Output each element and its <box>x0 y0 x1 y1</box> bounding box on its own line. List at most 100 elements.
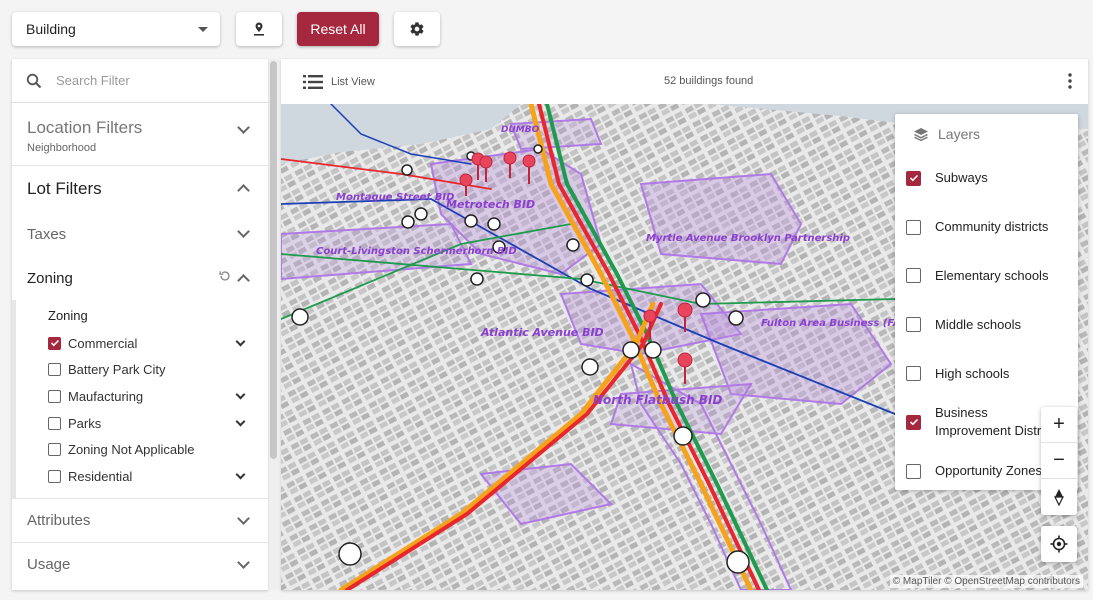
zoom-controls: + − <box>1041 407 1077 515</box>
gear-icon <box>410 22 424 36</box>
entity-type-value: Building <box>26 21 76 37</box>
layer-community-districts[interactable]: Community districts <box>895 203 1078 252</box>
zoning-options: Zoning Commercial Battery Park City Mauf… <box>12 300 268 498</box>
checkbox-checked[interactable] <box>48 336 61 350</box>
zoning-group-label: Zoning <box>48 308 88 323</box>
checkbox[interactable] <box>48 443 61 457</box>
reset-zoning-icon[interactable] <box>218 269 232 283</box>
zoning-option-label: Parks <box>68 415 102 431</box>
map-label-flatbush: North Flatbush BID <box>593 393 722 407</box>
chevron-down-icon[interactable] <box>235 416 246 427</box>
zoning-option-label: Residential <box>68 468 133 484</box>
layer-high-schools[interactable]: High schools <box>895 349 1078 398</box>
layer-middle-schools[interactable]: Middle schools <box>895 300 1078 349</box>
sidebar-scrollbar[interactable] <box>269 59 279 590</box>
checkbox[interactable] <box>906 219 921 235</box>
chevron-up-icon <box>237 274 250 287</box>
map-panel: List View 52 buildings found Metrotech B… <box>281 59 1088 590</box>
map-header: List View 52 buildings found <box>281 59 1088 104</box>
checkbox[interactable] <box>48 469 61 483</box>
location-pin-icon <box>254 22 264 36</box>
compass-button[interactable] <box>1041 479 1077 515</box>
list-view-button[interactable]: List View <box>331 76 375 88</box>
taxes-title: Taxes <box>27 225 67 243</box>
checkbox-checked[interactable] <box>906 170 921 186</box>
attributes-title: Attributes <box>27 511 91 529</box>
zoom-in-button[interactable]: + <box>1041 407 1077 443</box>
layer-label: High schools <box>935 365 1010 381</box>
map-label-court: Court-Livingston Schermerhorn BID <box>316 246 517 257</box>
search-filter-input[interactable] <box>56 73 246 88</box>
checkbox[interactable] <box>48 389 61 403</box>
zoning-header[interactable]: Zoning <box>12 256 268 300</box>
zoning-option-parks[interactable]: Parks <box>48 410 268 437</box>
checkbox-checked[interactable] <box>906 414 921 430</box>
entity-type-select[interactable]: Building <box>12 12 220 46</box>
zoning-option-battery-park-city[interactable]: Battery Park City <box>48 357 268 384</box>
settings-button[interactable] <box>394 12 440 46</box>
chevron-up-icon <box>237 184 250 197</box>
map-label-myrtle: Myrtle Avenue Brooklyn Partnership <box>646 233 850 244</box>
scrollbar-thumb[interactable] <box>270 61 277 459</box>
chevron-down-icon <box>198 26 208 32</box>
filter-sidebar: Location Filters Neighborhood Lot Filter… <box>12 59 268 590</box>
checkbox[interactable] <box>906 317 921 333</box>
top-toolbar: Building Reset All <box>0 0 1093 58</box>
location-filters-section[interactable]: Location Filters Neighborhood <box>12 103 268 166</box>
map-attribution[interactable]: © MapTiler © OpenStreetMap contributors <box>889 575 1083 588</box>
zoning-option-label: Commercial <box>68 335 138 351</box>
layers-icon <box>914 128 928 141</box>
map-label-atlantic: Atlantic Avenue BID <box>480 326 604 339</box>
chevron-down-icon[interactable] <box>235 389 246 400</box>
attributes-header[interactable]: Attributes <box>12 497 268 542</box>
layer-elementary-schools[interactable]: Elementary schools <box>895 252 1078 301</box>
zoning-title: Zoning <box>27 269 73 287</box>
lot-filters-header[interactable]: Lot Filters <box>12 166 268 212</box>
chevron-down-icon[interactable] <box>235 469 246 480</box>
more-options-icon[interactable] <box>1068 73 1072 89</box>
zoning-option-label: Maufacturing <box>68 388 144 404</box>
location-filters-subtitle: Neighborhood <box>27 142 97 154</box>
map-label-dumbo: DUMBO <box>501 125 540 135</box>
zoning-option-manufacturing[interactable]: Maufacturing <box>48 383 268 410</box>
crosshair-icon <box>1050 535 1068 553</box>
geolocate-control <box>1041 526 1077 562</box>
checkbox[interactable] <box>906 463 921 479</box>
layers-title: Layers <box>938 126 981 142</box>
results-count: 52 buildings found <box>664 75 754 87</box>
checkbox[interactable] <box>48 416 61 430</box>
zoning-option-label: Battery Park City <box>68 362 166 378</box>
chevron-down-icon[interactable] <box>235 336 246 347</box>
layer-subways[interactable]: Subways <box>895 154 1078 203</box>
lot-filters-title: Lot Filters <box>27 179 102 198</box>
geolocate-button[interactable] <box>1041 526 1077 562</box>
zoning-option-residential[interactable]: Residential <box>48 463 268 490</box>
layers-header: Layers <box>895 114 1078 154</box>
checkbox[interactable] <box>48 363 61 377</box>
list-icon[interactable] <box>303 74 323 89</box>
chevron-down-icon <box>237 511 250 525</box>
layer-label: Subways <box>935 170 988 186</box>
layer-label: Elementary schools <box>935 267 1049 283</box>
layer-label: Community districts <box>935 219 1049 235</box>
checkbox[interactable] <box>906 366 921 382</box>
chevron-down-icon <box>237 555 250 569</box>
checkbox[interactable] <box>906 268 921 284</box>
zoning-option-commercial[interactable]: Commercial <box>48 330 268 357</box>
check-icon <box>50 340 59 347</box>
reset-all-button[interactable]: Reset All <box>297 12 379 46</box>
zoning-option-label: Zoning Not Applicable <box>68 442 195 458</box>
zoning-option-not-applicable[interactable]: Zoning Not Applicable <box>48 436 268 463</box>
location-filters-title: Location Filters <box>27 118 143 137</box>
usage-header[interactable]: Usage <box>12 541 268 586</box>
compass-icon <box>1054 489 1064 506</box>
zoom-out-button[interactable]: − <box>1041 443 1077 479</box>
taxes-header[interactable]: Taxes <box>12 212 268 256</box>
chevron-down-icon <box>237 225 250 238</box>
search-icon <box>26 73 42 88</box>
map-label-metrotech: Metrotech BID <box>446 198 535 211</box>
layer-label: Middle schools <box>935 316 1021 332</box>
usage-title: Usage <box>27 555 71 573</box>
location-pin-button[interactable] <box>236 12 282 46</box>
check-icon <box>909 419 918 426</box>
